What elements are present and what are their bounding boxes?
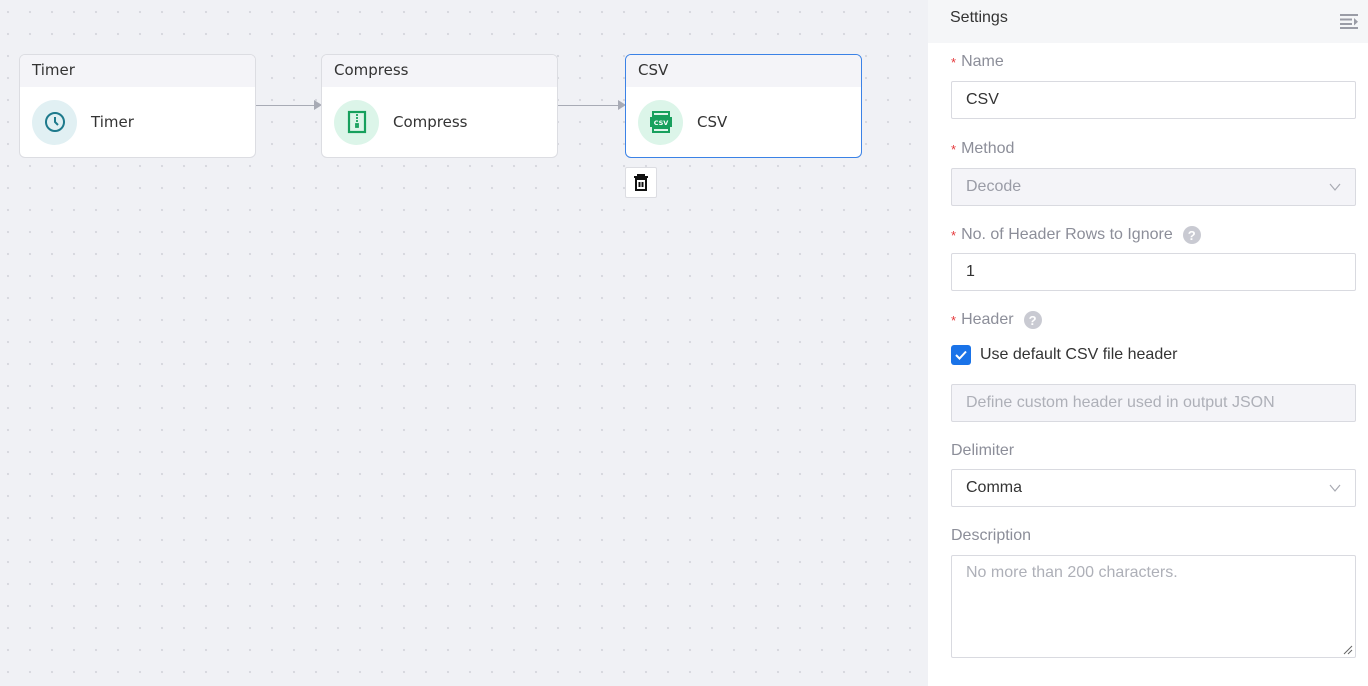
- resize-handle-icon[interactable]: [1343, 645, 1353, 655]
- node-compress[interactable]: Compress Compress: [321, 54, 558, 158]
- default-header-label: Use default CSV file header: [980, 346, 1178, 363]
- delete-node-button[interactable]: [625, 167, 657, 198]
- node-label: Timer: [91, 113, 134, 131]
- node-csv[interactable]: CSV CSV CSV: [625, 54, 862, 158]
- collapse-panel-icon[interactable]: [1340, 13, 1358, 34]
- settings-title: Settings: [950, 9, 1008, 26]
- edge-compress-csv: [558, 100, 626, 110]
- custom-header-input[interactable]: Define custom header used in output JSON: [951, 384, 1356, 422]
- chevron-down-icon: [1329, 183, 1341, 191]
- description-textarea[interactable]: No more than 200 characters.: [951, 555, 1356, 658]
- node-header: Compress: [322, 55, 557, 87]
- description-label: Description: [951, 527, 1032, 544]
- default-header-checkbox[interactable]: [951, 345, 971, 365]
- method-label: * Method: [951, 140, 1015, 157]
- header-rows-label: * No. of Header Rows to Ignore ?: [951, 226, 1356, 244]
- node-label: CSV: [697, 113, 728, 131]
- node-timer[interactable]: Timer Timer: [19, 54, 256, 158]
- workflow-canvas[interactable]: Timer Timer Compress Compress CSV CSV CS…: [0, 0, 928, 686]
- settings-header: Settings: [928, 0, 1368, 43]
- delimiter-select[interactable]: Comma: [951, 469, 1356, 507]
- csv-icon: CSV: [638, 99, 683, 145]
- chevron-down-icon: [1329, 484, 1341, 492]
- node-label: Compress: [393, 113, 468, 131]
- name-label: * Name: [951, 53, 1004, 70]
- help-icon[interactable]: ?: [1182, 226, 1201, 244]
- header-rows-input[interactable]: 1: [951, 253, 1356, 291]
- node-header: Timer: [20, 55, 255, 87]
- delimiter-label: Delimiter: [951, 442, 1015, 459]
- compress-icon: [334, 99, 379, 145]
- svg-text:CSV: CSV: [653, 119, 668, 127]
- edge-timer-compress: [256, 100, 322, 110]
- method-select[interactable]: Decode: [951, 168, 1356, 206]
- clock-icon: [32, 99, 77, 145]
- settings-panel: Settings * Name CSV * Method Decode * No…: [928, 0, 1368, 686]
- default-header-checkbox-row[interactable]: Use default CSV file header: [951, 345, 1356, 365]
- node-header: CSV: [626, 55, 861, 87]
- header-label: * Header ?: [951, 311, 1356, 329]
- help-icon[interactable]: ?: [1023, 311, 1042, 329]
- name-input[interactable]: CSV: [951, 81, 1356, 119]
- trash-icon: [634, 174, 648, 191]
- checkmark-icon: [955, 350, 967, 360]
